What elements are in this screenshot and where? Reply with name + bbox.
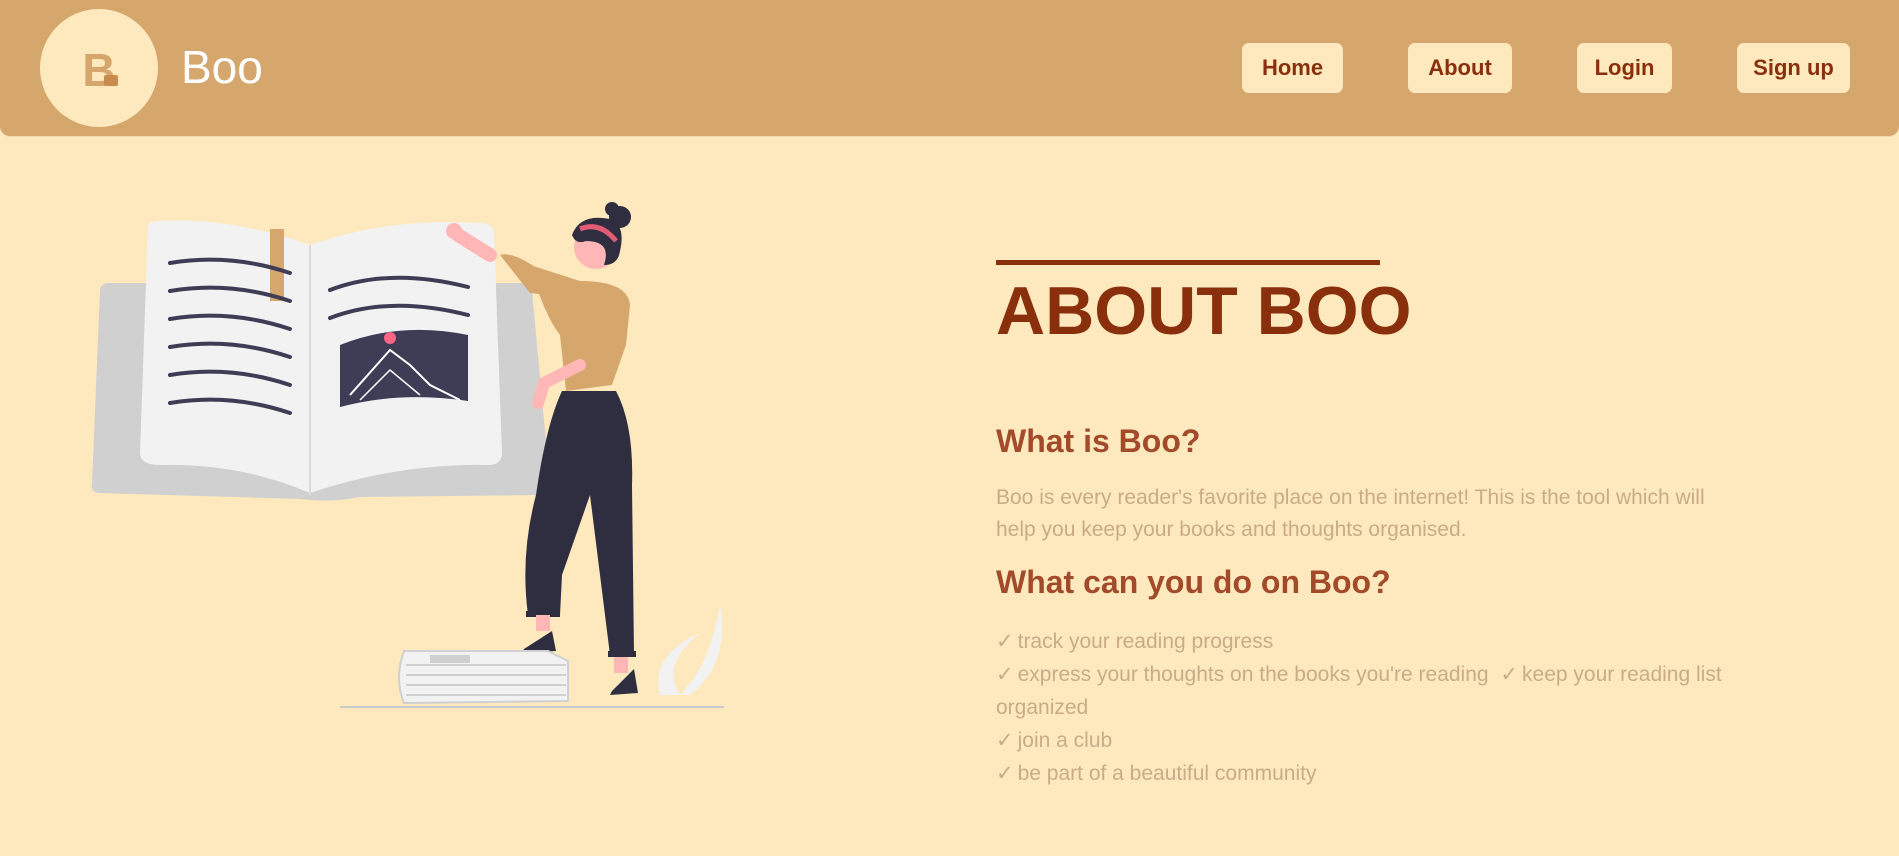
brand-name[interactable]: Boo: [181, 40, 263, 94]
what-is-text: Boo is every reader's favorite place on …: [996, 486, 1705, 541]
bookmark: [270, 229, 284, 301]
list-item: ✓ track your reading progress: [996, 630, 1274, 653]
header: B Boo Home About Login Sign up: [0, 0, 1899, 136]
check-icon: ✓: [1500, 663, 1519, 686]
check-icon: ✓: [996, 663, 1014, 686]
nav-signup-button[interactable]: Sign up: [1737, 43, 1850, 93]
title-divider: [996, 260, 1380, 265]
logo-letter: B: [82, 44, 116, 96]
reading-illustration: [91, 202, 724, 708]
page-title: ABOUT BOO: [996, 273, 1412, 349]
list-item: ✓ express your thoughts on the books you'…: [996, 663, 1722, 719]
nav-login-button[interactable]: Login: [1577, 43, 1672, 93]
features-list: ✓ track your reading progress ✓ express yo…: [996, 625, 1756, 790]
list-item: ✓ be part of a beautiful community: [996, 762, 1317, 785]
nav-home-button[interactable]: Home: [1242, 43, 1343, 93]
what-can-heading: What can you do on Boo?: [996, 564, 1391, 600]
check-icon: ✓: [996, 729, 1014, 752]
check-icon: ✓: [996, 762, 1014, 785]
logo[interactable]: B: [40, 9, 158, 127]
book-icon: [104, 75, 118, 86]
what-is-heading: What is Boo?: [996, 423, 1201, 459]
nav-about-button[interactable]: About: [1408, 43, 1512, 93]
list-item: ✓ join a club: [996, 729, 1113, 752]
about-section: ABOUT BOO What is Boo? Boo is every read…: [996, 260, 1756, 790]
check-icon: ✓: [996, 630, 1014, 653]
